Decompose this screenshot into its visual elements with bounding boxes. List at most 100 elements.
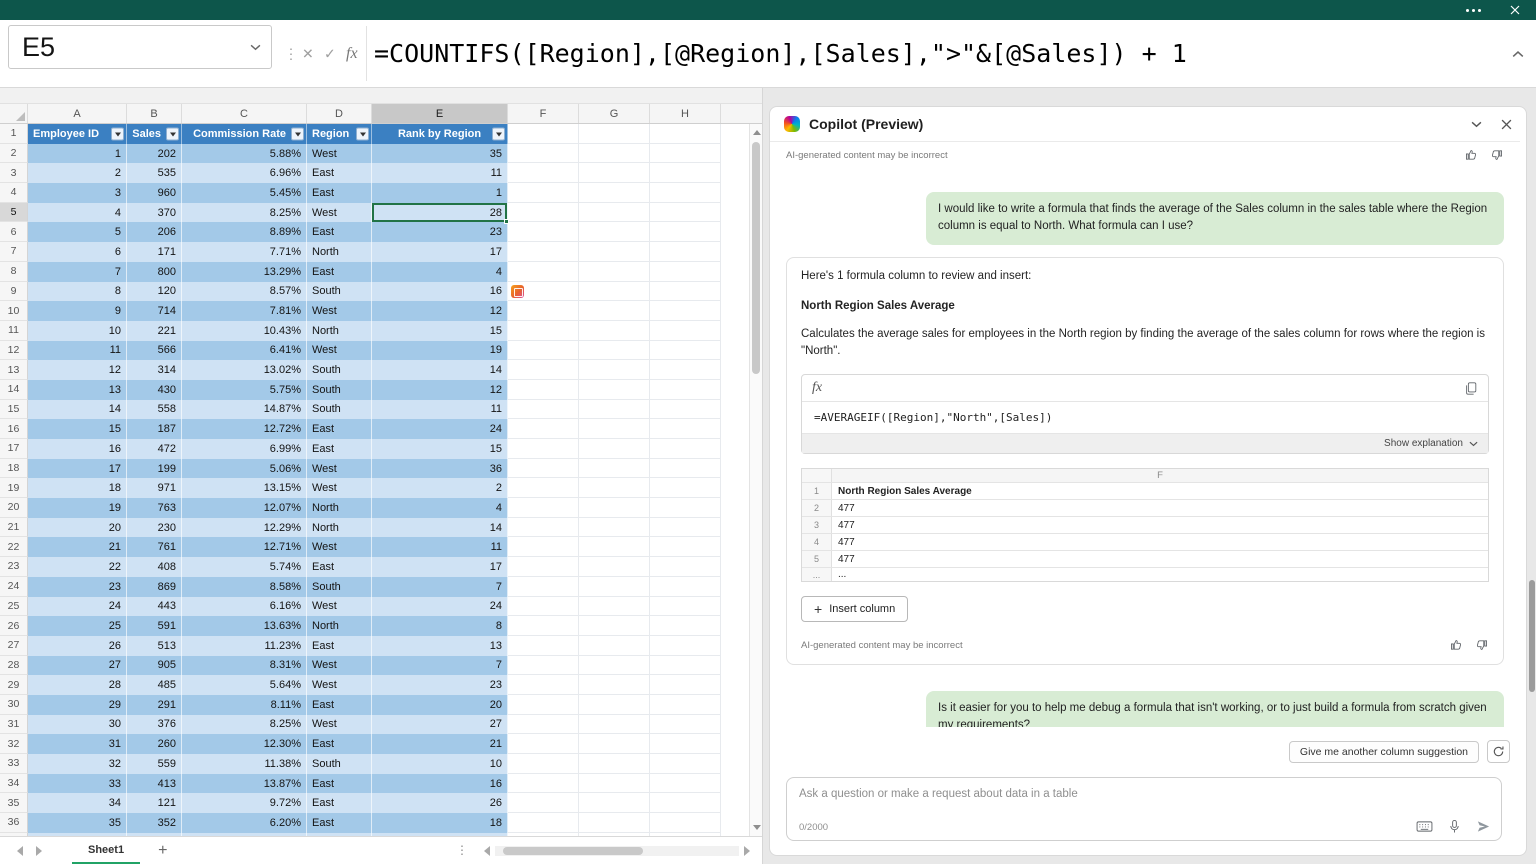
cell[interactable]: 7 (372, 577, 508, 597)
cell[interactable]: South (307, 577, 372, 597)
suggestion-button[interactable]: Give me another column suggestion (1289, 741, 1479, 763)
cell[interactable]: 352 (127, 813, 182, 833)
cell[interactable]: 13.63% (182, 616, 307, 636)
cell[interactable]: North (307, 242, 372, 262)
empty-cell[interactable] (650, 400, 721, 420)
cell[interactable]: 4 (372, 498, 508, 518)
cell[interactable]: 19 (28, 498, 127, 518)
cell[interactable]: 2 (372, 478, 508, 498)
cell[interactable]: 21 (28, 537, 127, 557)
empty-cell[interactable] (508, 360, 579, 380)
row-header-22[interactable]: 22 (0, 537, 28, 557)
cell[interactable]: 472 (127, 439, 182, 459)
cell[interactable]: 12 (372, 380, 508, 400)
cell[interactable]: East (307, 793, 372, 813)
cell[interactable]: 121 (127, 793, 182, 813)
cell[interactable]: 13.29% (182, 262, 307, 282)
cell[interactable]: 35 (372, 144, 508, 164)
cell[interactable]: 26 (372, 793, 508, 813)
chevron-up-icon[interactable] (1512, 50, 1524, 58)
row-header-29[interactable]: 29 (0, 675, 28, 695)
row-header-8[interactable]: 8 (0, 262, 28, 282)
cell[interactable]: 5.75% (182, 380, 307, 400)
row-header-11[interactable]: 11 (0, 321, 28, 341)
cell[interactable]: 11.23% (182, 636, 307, 656)
cell[interactable]: 4 (372, 262, 508, 282)
cell[interactable]: 13.87% (182, 774, 307, 794)
empty-cell[interactable] (650, 557, 721, 577)
empty-cell[interactable] (650, 203, 721, 223)
cell[interactable]: 8.25% (182, 715, 307, 735)
close-window-icon[interactable] (1494, 0, 1536, 20)
cell[interactable]: 8.57% (182, 282, 307, 302)
row-header-2[interactable]: 2 (0, 144, 28, 164)
cell[interactable]: 17 (372, 242, 508, 262)
row-header-12[interactable]: 12 (0, 341, 28, 361)
empty-cell[interactable] (508, 774, 579, 794)
empty-cell[interactable] (579, 222, 650, 242)
empty-cell[interactable] (650, 262, 721, 282)
table-header-cell[interactable]: Commission Rate (182, 124, 307, 144)
row-header-25[interactable]: 25 (0, 597, 28, 617)
cell[interactable]: 11.38% (182, 754, 307, 774)
cell[interactable]: West (307, 675, 372, 695)
copy-icon[interactable] (1464, 381, 1478, 395)
cell[interactable]: 22 (28, 557, 127, 577)
empty-cell[interactable] (650, 656, 721, 676)
cell[interactable]: 18 (372, 813, 508, 833)
cell[interactable]: 800 (127, 262, 182, 282)
empty-cell[interactable] (650, 124, 721, 144)
cell[interactable]: 206 (127, 222, 182, 242)
empty-cell[interactable] (579, 478, 650, 498)
cell[interactable]: West (307, 656, 372, 676)
column-header-E[interactable]: E (372, 104, 508, 123)
cell[interactable]: East (307, 262, 372, 282)
empty-cell[interactable] (650, 380, 721, 400)
more-options-icon[interactable] (1452, 0, 1494, 20)
filter-dropdown-icon[interactable] (166, 127, 179, 140)
empty-cell[interactable] (650, 675, 721, 695)
cell[interactable]: 905 (127, 656, 182, 676)
cell[interactable]: 221 (127, 321, 182, 341)
empty-cell[interactable] (508, 656, 579, 676)
cell[interactable]: 714 (127, 301, 182, 321)
cell[interactable]: 6.99% (182, 439, 307, 459)
cell[interactable]: 7.71% (182, 242, 307, 262)
empty-cell[interactable] (508, 557, 579, 577)
close-panel-icon[interactable] (1501, 119, 1512, 130)
empty-cell[interactable] (508, 242, 579, 262)
cell[interactable]: 32 (28, 754, 127, 774)
cell[interactable]: North (307, 518, 372, 538)
row-header-7[interactable]: 7 (0, 242, 28, 262)
empty-cell[interactable] (508, 597, 579, 617)
row-header-32[interactable]: 32 (0, 734, 28, 754)
row-header-20[interactable]: 20 (0, 498, 28, 518)
cell[interactable]: 1 (28, 144, 127, 164)
cell[interactable]: 12.72% (182, 419, 307, 439)
cell[interactable]: 18 (28, 478, 127, 498)
cell[interactable]: East (307, 439, 372, 459)
scroll-right-icon[interactable] (744, 846, 750, 856)
cell[interactable]: 8.25% (182, 203, 307, 223)
cell[interactable]: 17 (372, 557, 508, 577)
cell[interactable]: 15 (372, 321, 508, 341)
empty-cell[interactable] (508, 163, 579, 183)
thumbs-down-icon[interactable] (1490, 148, 1504, 162)
filter-dropdown-icon[interactable] (356, 127, 369, 140)
vertical-scrollbar[interactable] (749, 124, 762, 836)
formula-bar-handle-icon[interactable]: ⋮ (284, 45, 298, 62)
empty-cell[interactable] (579, 597, 650, 617)
cell[interactable]: 35 (28, 813, 127, 833)
cell[interactable]: 21 (372, 734, 508, 754)
empty-cell[interactable] (650, 301, 721, 321)
empty-cell[interactable] (650, 222, 721, 242)
empty-cell[interactable] (579, 301, 650, 321)
cell[interactable]: East (307, 695, 372, 715)
row-header-35[interactable]: 35 (0, 793, 28, 813)
empty-cell[interactable] (508, 754, 579, 774)
column-header-A[interactable]: A (28, 104, 127, 123)
empty-cell[interactable] (650, 183, 721, 203)
cell[interactable]: 513 (127, 636, 182, 656)
empty-cell[interactable] (508, 715, 579, 735)
column-header-H[interactable]: H (650, 104, 721, 123)
